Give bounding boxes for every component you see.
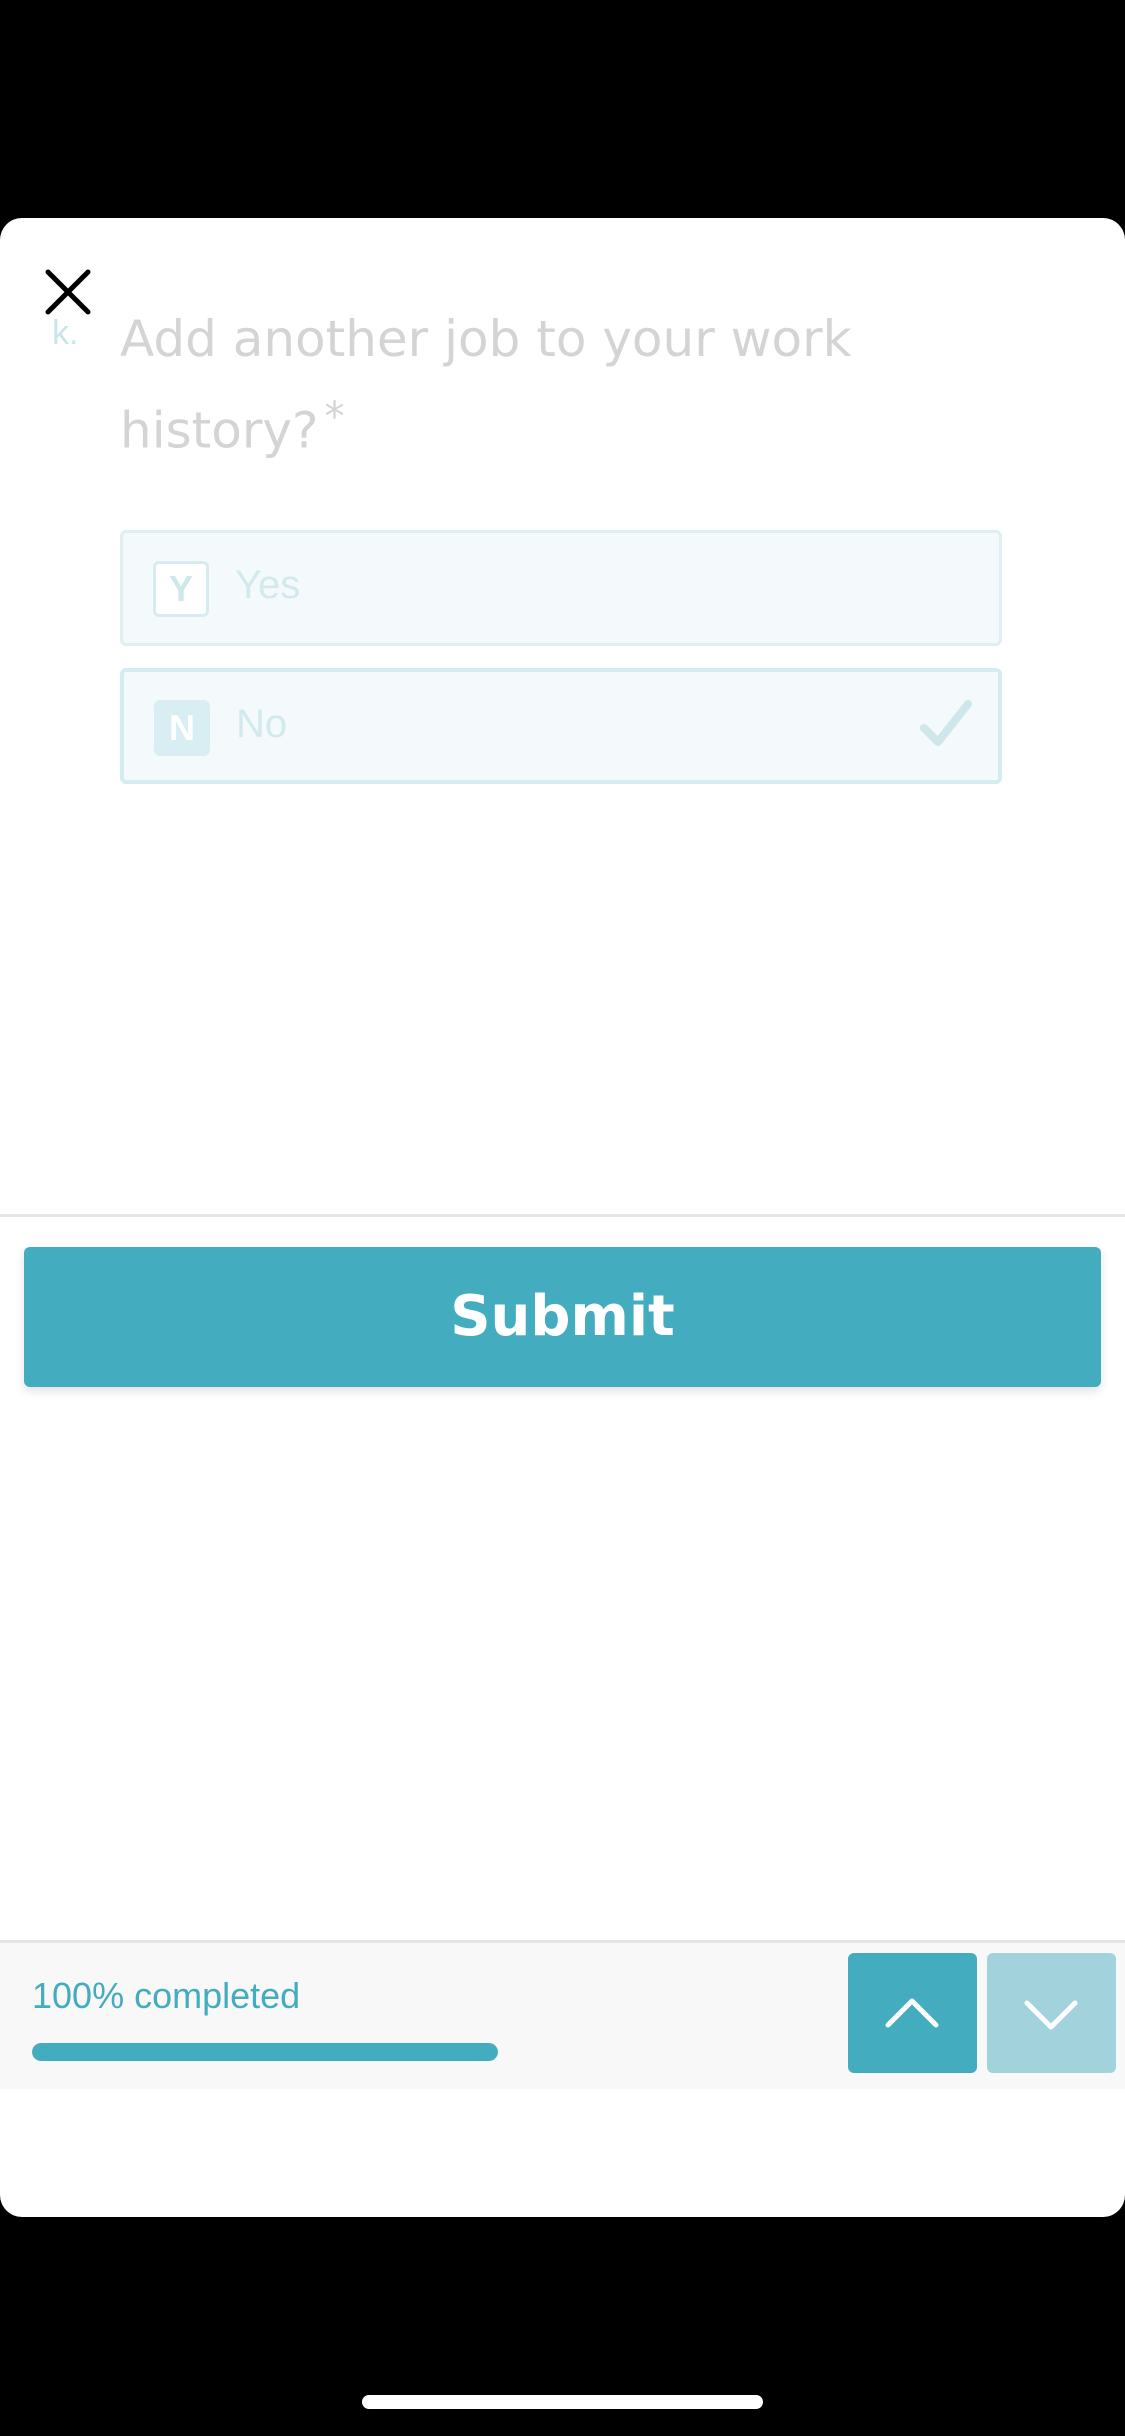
home-indicator[interactable] [362,2395,763,2409]
question-index: k. [52,314,79,352]
progress-fill [32,2043,498,2061]
previous-question-button[interactable] [848,1953,977,2073]
choice-label: No [236,702,288,746]
chevron-up-icon [885,1998,939,2028]
progress-footer: 100% completed [0,1940,1125,2089]
next-question-button[interactable] [987,1953,1116,2073]
required-mark: * [324,394,345,440]
divider [0,1214,1125,1217]
screen: k. Add another job to your work history?… [0,0,1125,2436]
choice-no[interactable]: N No [120,668,1002,784]
choice-yes[interactable]: Y Yes [120,530,1002,646]
choice-key: Y [153,561,209,617]
submit-button[interactable]: Submit [24,1247,1101,1387]
question-text: Add another job to your work history? [120,310,852,460]
progress-text: 100% completed [32,1975,301,2016]
question-title: Add another job to your work history? * [120,300,900,470]
chevron-down-icon [1024,2000,1078,2030]
progress-bar [32,2043,498,2061]
choice-label: Yes [235,563,301,607]
form-sheet: k. Add another job to your work history?… [0,218,1125,2217]
choice-key: N [154,700,210,756]
check-icon [920,700,972,746]
